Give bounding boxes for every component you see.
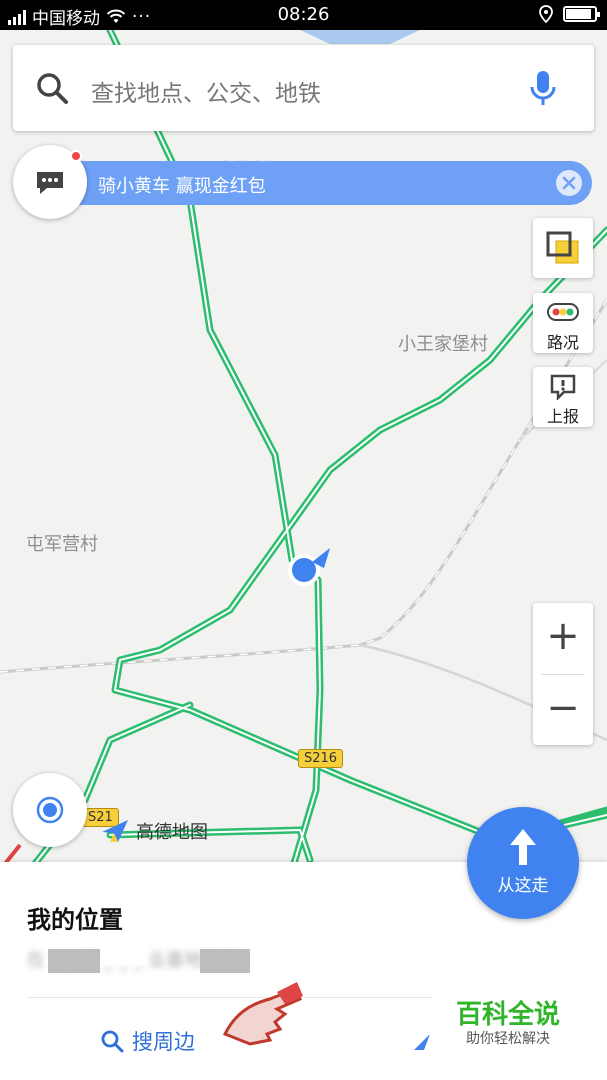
report-label: 上报	[546, 407, 579, 426]
search-icon	[37, 73, 68, 104]
status-bar: 中国移动 ··· 08:26	[0, 0, 607, 30]
locate-me-button[interactable]	[13, 773, 87, 847]
road-shield-s216: S216	[298, 749, 344, 768]
location-status-icon	[539, 5, 553, 23]
promo-text: 骑小黄车 赢现金红包	[98, 176, 266, 197]
amap-logo-icon	[102, 820, 128, 842]
go-button-label: 从这走	[497, 876, 549, 896]
watermark-title: 百科全说	[455, 1000, 560, 1030]
layers-button[interactable]	[533, 218, 593, 278]
search-bar[interactable]: 查找地点、公交、地铁	[13, 45, 594, 131]
navigation-icon	[414, 1034, 430, 1050]
zoom-control: + −	[533, 603, 593, 745]
report-button[interactable]: 上报	[533, 367, 593, 427]
traffic-button[interactable]: 路况	[533, 293, 593, 353]
zoom-out-button[interactable]: −	[533, 675, 593, 745]
watermark-subtitle: 助你轻松解决	[466, 1031, 550, 1047]
promo-banner[interactable]: 骑小黄车 赢现金红包	[78, 161, 592, 205]
logo-text: 高德地图	[136, 822, 208, 843]
map-view[interactable]: 大营村 小王家堡村 屯军营村 S216 S21	[0, 30, 607, 870]
close-icon[interactable]	[556, 170, 582, 196]
go-from-here-button[interactable]: 从这走	[467, 807, 579, 919]
map-label-xiaowangjiabao: 小王家堡村	[398, 334, 488, 355]
amap-logo: 高德地图	[100, 818, 208, 844]
my-location-title: 我的位置	[27, 906, 123, 934]
pointing-hand-icon	[222, 982, 303, 1046]
search-icon	[101, 1030, 124, 1053]
notification-dot	[70, 150, 82, 162]
layers-icon	[546, 231, 579, 264]
arrow-up-icon	[510, 829, 536, 865]
locate-icon	[36, 796, 64, 824]
search-nearby-label: 搜周边	[132, 1030, 195, 1054]
battery-icon	[563, 6, 600, 22]
traffic-light-icon	[547, 303, 579, 321]
map-canvas	[0, 30, 607, 870]
clock: 08:26	[277, 4, 330, 25]
map-label-tunjunying: 屯军营村	[26, 534, 98, 555]
address-redaction	[48, 949, 100, 973]
address-redaction	[200, 949, 250, 973]
traffic-label: 路况	[546, 333, 579, 352]
watermark: 百科全说 助你轻松解决	[432, 990, 584, 1054]
report-icon	[550, 374, 576, 400]
search-input[interactable]: 查找地点、公交、地铁	[91, 74, 321, 108]
zoom-in-button[interactable]: +	[533, 603, 593, 673]
chat-bubble-icon	[37, 172, 63, 194]
search-nearby-button[interactable]: 搜周边	[100, 1026, 195, 1056]
microphone-icon[interactable]	[528, 69, 558, 109]
